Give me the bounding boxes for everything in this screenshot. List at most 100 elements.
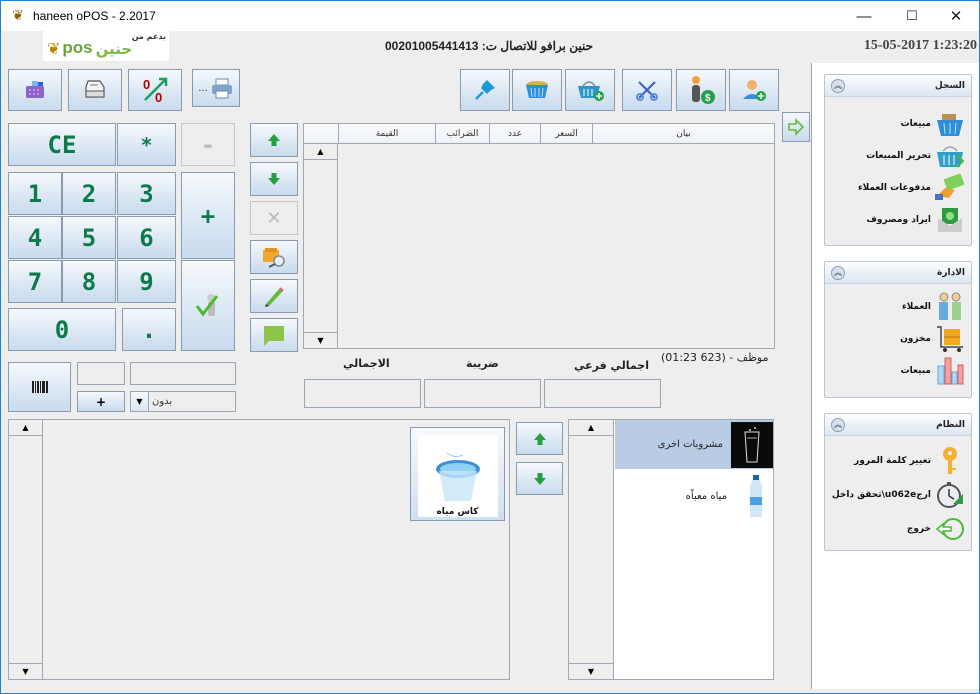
- pin-button[interactable]: [460, 69, 510, 111]
- category-item[interactable]: مياه معباًه: [615, 472, 773, 521]
- sidebar-item-check-in-out[interactable]: تحقق داخل\u062eارج: [832, 480, 965, 510]
- cash-drawer-button[interactable]: [8, 69, 62, 111]
- sidebar-group-header[interactable]: ︽ السجل: [825, 75, 971, 97]
- maximize-button[interactable]: ☐: [889, 1, 935, 31]
- move-up-button[interactable]: [250, 123, 298, 157]
- chevron-down-icon[interactable]: ▼: [131, 392, 149, 411]
- minimize-button[interactable]: —: [841, 1, 887, 31]
- product-tile[interactable]: كاس مياه: [410, 427, 505, 521]
- arrow-up-icon: [268, 134, 280, 146]
- collapse-icon[interactable]: ︽: [831, 265, 845, 280]
- add-basket-button[interactable]: [565, 69, 615, 111]
- keypad-7[interactable]: 7: [8, 260, 62, 303]
- employee-line: موظف - (623 01:23): [661, 351, 769, 364]
- col-description[interactable]: بيان: [592, 124, 774, 143]
- product-name: كاس مياه: [436, 507, 479, 517]
- scroll-up-arrow[interactable]: ▲: [9, 420, 42, 436]
- exit-icon: [935, 514, 965, 544]
- tax-select[interactable]: ▼ بدون: [130, 391, 236, 412]
- total-value: [304, 379, 421, 408]
- discount-button[interactable]: 00: [128, 69, 182, 111]
- sidebar-group-records: ︽ السجل مبيعات تحرير المبيعات مدفوعات ال…: [824, 74, 972, 246]
- comment-button[interactable]: [250, 318, 298, 352]
- scroll-down-arrow[interactable]: ▼: [569, 663, 613, 679]
- sidebar-item-change-password[interactable]: تغيير كلمة المرور: [854, 446, 965, 476]
- header-bar: ❦ pos حنين بدعم من حنين برافو للاتصال ت:…: [1, 31, 979, 63]
- x-icon: ✕: [266, 207, 282, 229]
- category-item-selected[interactable]: مشروبات اخرى: [615, 420, 773, 469]
- close-button[interactable]: ✕: [933, 1, 979, 31]
- keypad-6[interactable]: 6: [117, 216, 176, 259]
- tax-label: ضريبة: [466, 357, 499, 370]
- delete-line-button[interactable]: ✕: [250, 201, 298, 235]
- edit-line-button[interactable]: [250, 279, 298, 313]
- customer-payment-button[interactable]: $: [676, 69, 726, 111]
- keypad-5[interactable]: 5: [62, 216, 116, 259]
- quantity-input[interactable]: [77, 362, 125, 385]
- keypad-4[interactable]: 4: [8, 216, 62, 259]
- water-cup-icon: [435, 452, 480, 501]
- collapse-sidebar-button[interactable]: [782, 112, 810, 142]
- sidebar-item-sales-report[interactable]: مبيعات: [901, 356, 965, 386]
- category-name: مشروبات اخرى: [657, 439, 723, 450]
- keypad-minus[interactable]: -: [181, 123, 235, 166]
- keypad-2[interactable]: 2: [62, 172, 116, 215]
- sidebar-item-customers[interactable]: العملاء: [902, 292, 965, 322]
- barcode-button[interactable]: [8, 362, 71, 412]
- category-up-button[interactable]: [516, 422, 563, 455]
- scroll-up-arrow[interactable]: ▲: [304, 144, 337, 160]
- sidebar-item-label: مبيعات: [900, 119, 931, 129]
- products-scrollbar[interactable]: ▲ ▼: [9, 420, 43, 679]
- scroll-down-arrow[interactable]: ▼: [304, 332, 337, 348]
- collapse-icon[interactable]: ︽: [831, 78, 845, 93]
- comment-icon: [264, 326, 284, 346]
- sidebar-item-inventory[interactable]: مخزون: [900, 324, 965, 354]
- categories-panel: ▲ ▼ مشروبات اخرى مياه معباًه: [568, 419, 774, 680]
- keypad-plus[interactable]: +: [181, 172, 235, 259]
- col-value[interactable]: القيمة: [338, 124, 435, 143]
- keypad-enter[interactable]: [181, 260, 235, 351]
- ticket-table: القيمة الضرائب عدد السعر بيان ▲ ▼: [303, 123, 775, 349]
- check-person-icon: [195, 293, 219, 316]
- barcode-input[interactable]: [130, 362, 236, 385]
- print-receipt-button[interactable]: [68, 69, 122, 111]
- keypad-0[interactable]: 0: [8, 308, 116, 351]
- sidebar-group-title: الادارة: [937, 267, 965, 278]
- keypad-3[interactable]: 3: [117, 172, 176, 215]
- sidebar-item-edit-sales[interactable]: تحرير المبيعات: [866, 141, 965, 171]
- keypad-star[interactable]: *: [117, 123, 176, 166]
- scroll-down-arrow[interactable]: ▼: [9, 663, 42, 679]
- col-qty[interactable]: عدد: [489, 124, 540, 143]
- basket-button[interactable]: [512, 69, 562, 111]
- svg-text:$: $: [705, 93, 711, 104]
- cut-button[interactable]: [622, 69, 672, 111]
- move-down-button[interactable]: [250, 162, 298, 196]
- keypad-ce[interactable]: CE: [8, 123, 116, 166]
- collapse-icon[interactable]: ︽: [831, 417, 845, 432]
- keypad-8[interactable]: 8: [62, 260, 116, 303]
- ticket-scrollbar[interactable]: ▲ ▼: [304, 144, 338, 348]
- pencil-icon: [265, 287, 284, 307]
- keypad-9[interactable]: 9: [117, 260, 176, 303]
- sidebar-item-customer-payments[interactable]: مدفوعات العملاء: [858, 173, 965, 203]
- categories-scrollbar[interactable]: ▲ ▼: [569, 420, 614, 679]
- logo-latin: pos: [62, 38, 93, 57]
- category-down-button[interactable]: [516, 462, 563, 495]
- sidebar-item-sales[interactable]: مبيعات: [901, 109, 965, 139]
- col-taxes[interactable]: الضرائب: [435, 124, 489, 143]
- sidebar-group-management: ︽ الادارة العملاء مخزون مبيعات: [824, 261, 972, 398]
- brand-logo: ❦ pos حنين بدعم من: [43, 31, 169, 61]
- scroll-up-arrow[interactable]: ▲: [569, 420, 613, 436]
- keypad-dot[interactable]: .: [122, 308, 176, 351]
- search-product-button[interactable]: [250, 240, 298, 274]
- sidebar-group-header[interactable]: ︽ النظام: [825, 414, 971, 436]
- sidebar-item-income-expense[interactable]: ايراد ومصروف: [866, 205, 965, 235]
- add-entry-button[interactable]: +: [77, 391, 125, 412]
- add-customer-button[interactable]: [729, 69, 779, 111]
- sidebar-group-header[interactable]: ︽ الادارة: [825, 262, 971, 284]
- printer-settings-button[interactable]: ...: [192, 69, 240, 107]
- subtotal-label: اجمالي فرعي: [574, 359, 649, 372]
- sidebar-item-logout[interactable]: خروج: [907, 514, 965, 544]
- keypad-1[interactable]: 1: [8, 172, 62, 215]
- col-price[interactable]: السعر: [540, 124, 592, 143]
